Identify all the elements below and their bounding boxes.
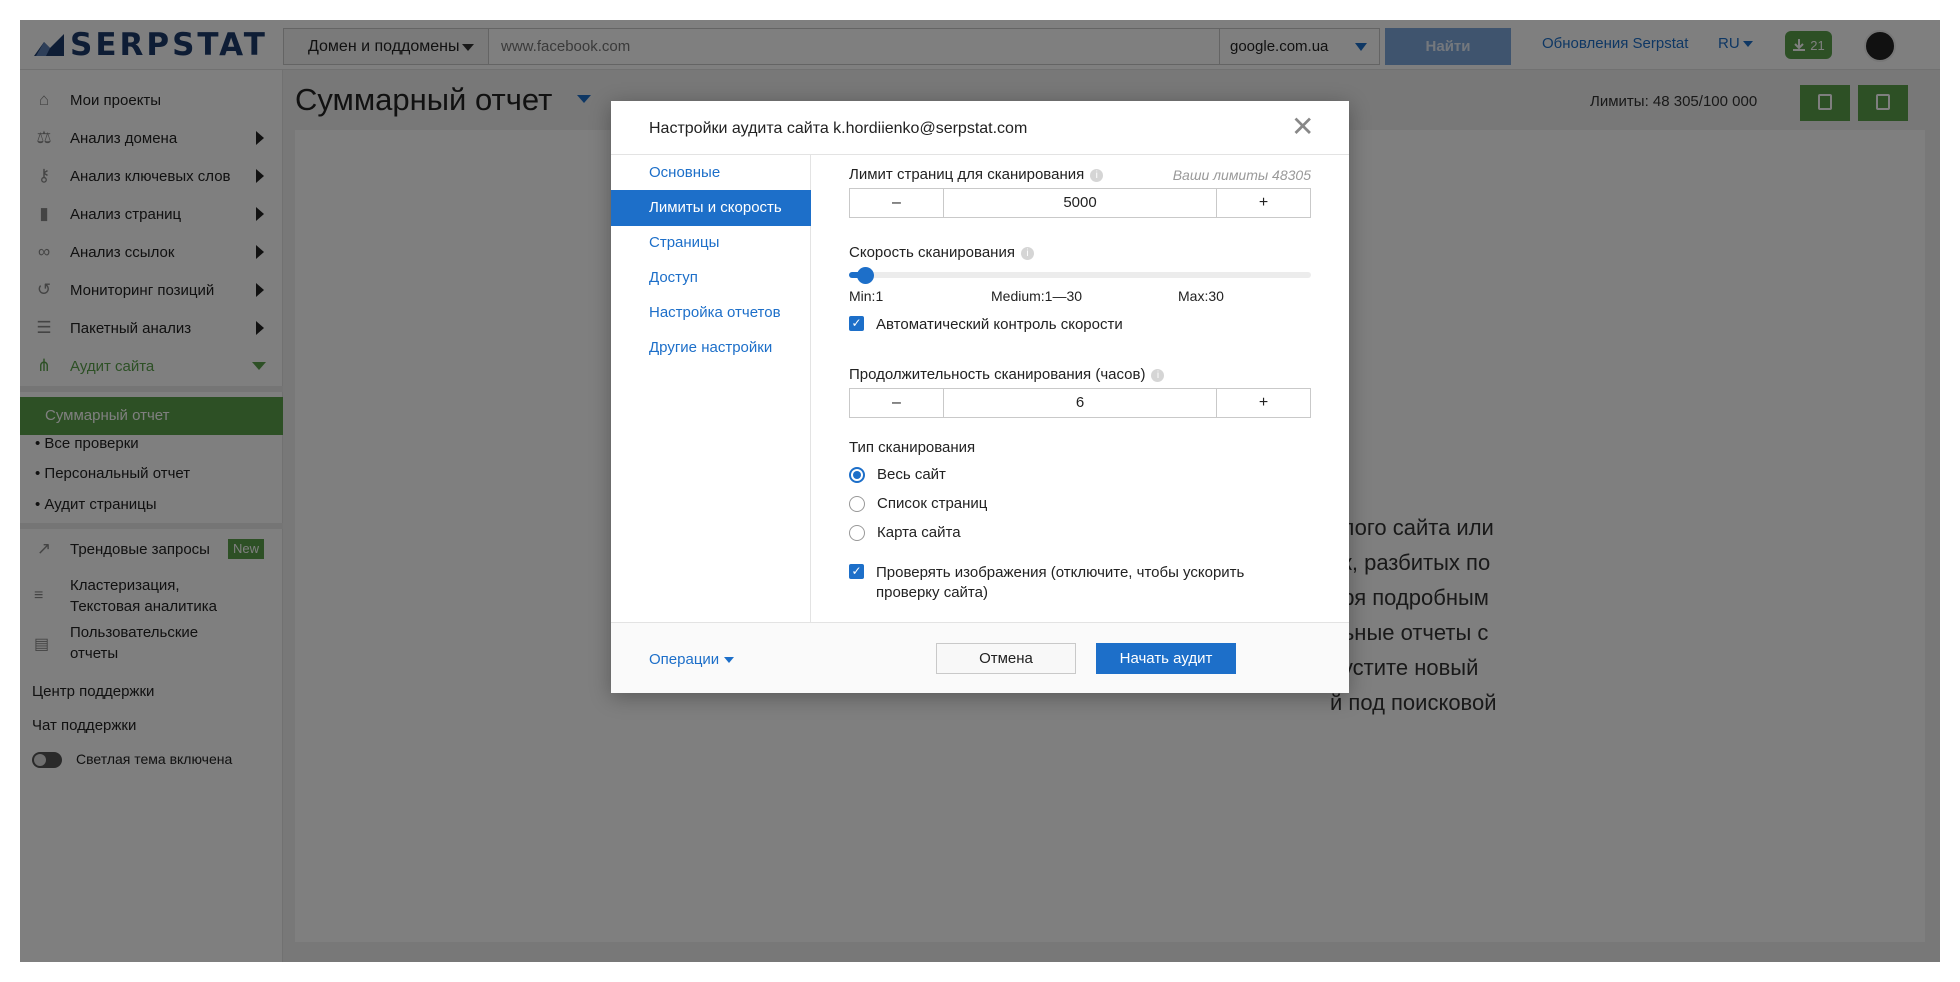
close-icon[interactable]: ✕ bbox=[1291, 113, 1314, 141]
radio-button[interactable] bbox=[849, 466, 865, 483]
modal-footer: Операции Отмена Начать аудит bbox=[611, 622, 1349, 693]
page-limit-label: Лимит страниц для сканирования i bbox=[849, 166, 1104, 183]
tab-report-settings[interactable]: Настройка отчетов bbox=[611, 295, 811, 331]
speed-min-label: Min:1 bbox=[849, 288, 884, 304]
tab-access[interactable]: Доступ bbox=[611, 260, 811, 296]
radio-label: Список страниц bbox=[877, 495, 988, 512]
checkbox-checked-icon[interactable]: ✓ bbox=[849, 564, 864, 579]
info-icon[interactable]: i bbox=[1090, 168, 1104, 182]
start-audit-button[interactable]: Начать аудит bbox=[1096, 643, 1236, 674]
radio-button[interactable] bbox=[849, 524, 865, 541]
your-limits-note: Ваши лимиты 48305 bbox=[1172, 167, 1311, 183]
page-limit-stepper: – 5000 + bbox=[849, 188, 1311, 218]
check-images-line1: Проверять изображения (отключите, чтобы … bbox=[876, 564, 1245, 581]
operations-dropdown[interactable]: Операции bbox=[649, 651, 735, 668]
radio-label: Весь сайт bbox=[877, 466, 946, 483]
check-images-line2: проверку сайта) bbox=[876, 584, 988, 601]
speed-medium-label: Medium:1—30 bbox=[991, 288, 1083, 304]
modal-title: Настройки аудита сайта k.hordiienko@serp… bbox=[649, 120, 1028, 137]
modal-header: Настройки аудита сайта k.hordiienko@serp… bbox=[611, 101, 1349, 155]
tab-other-settings[interactable]: Другие настройки bbox=[611, 330, 811, 366]
check-images-checkbox-row[interactable]: ✓ Проверять изображения (отключите, чтоб… bbox=[849, 563, 1244, 603]
info-icon[interactable]: i bbox=[1020, 246, 1034, 260]
checkbox-checked-icon[interactable]: ✓ bbox=[849, 316, 864, 331]
caret-down-icon bbox=[724, 657, 735, 664]
page-limit-value[interactable]: 5000 bbox=[943, 189, 1217, 217]
tab-limits-speed[interactable]: Лимиты и скорость bbox=[611, 190, 811, 226]
scan-type-page-list[interactable]: Список страниц bbox=[849, 495, 987, 512]
operations-label: Операции bbox=[649, 651, 720, 668]
radio-button[interactable] bbox=[849, 495, 865, 512]
scan-type-label: Тип сканирования bbox=[849, 439, 976, 456]
speed-slider-track[interactable] bbox=[849, 267, 1311, 284]
check-images-label: Проверять изображения (отключите, чтобы … bbox=[876, 563, 1244, 603]
radio-label: Карта сайта bbox=[877, 524, 961, 541]
tab-general[interactable]: Основные bbox=[611, 155, 811, 191]
scan-type-sitemap[interactable]: Карта сайта bbox=[849, 524, 961, 541]
tab-pages[interactable]: Страницы bbox=[611, 225, 811, 261]
page-limit-text: Лимит страниц для сканирования bbox=[849, 166, 1085, 183]
settings-tabs: Основные Лимиты и скорость Страницы Дост… bbox=[611, 155, 811, 622]
info-icon[interactable]: i bbox=[1151, 368, 1165, 382]
speed-label: Скорость сканирования i bbox=[849, 244, 1034, 261]
page-limit-increment[interactable]: + bbox=[1217, 189, 1310, 217]
duration-decrement[interactable]: – bbox=[850, 389, 943, 417]
auto-speed-label: Автоматический контроль скорости bbox=[876, 316, 1123, 333]
cancel-button[interactable]: Отмена bbox=[936, 643, 1076, 674]
duration-label-text: Продолжительность сканирования (часов) bbox=[849, 366, 1146, 383]
scan-type-whole-site[interactable]: Весь сайт bbox=[849, 466, 946, 483]
limits-speed-panel: Лимит страниц для сканирования i Ваши лим… bbox=[811, 155, 1349, 622]
audit-settings-modal: Настройки аудита сайта k.hordiienko@serp… bbox=[611, 101, 1349, 693]
app-frame: SERPSTAT Домен и поддомены google.com.ua… bbox=[20, 20, 1940, 962]
duration-label: Продолжительность сканирования (часов) i bbox=[849, 366, 1165, 383]
auto-speed-checkbox-row[interactable]: ✓ Автоматический контроль скорости bbox=[849, 315, 1123, 335]
duration-value[interactable]: 6 bbox=[943, 389, 1217, 417]
speed-max-label: Max:30 bbox=[1178, 288, 1224, 304]
page-limit-decrement[interactable]: – bbox=[850, 189, 943, 217]
duration-stepper: – 6 + bbox=[849, 388, 1311, 418]
duration-increment[interactable]: + bbox=[1217, 389, 1310, 417]
speed-label-text: Скорость сканирования bbox=[849, 244, 1015, 261]
speed-slider-handle[interactable] bbox=[857, 267, 874, 284]
